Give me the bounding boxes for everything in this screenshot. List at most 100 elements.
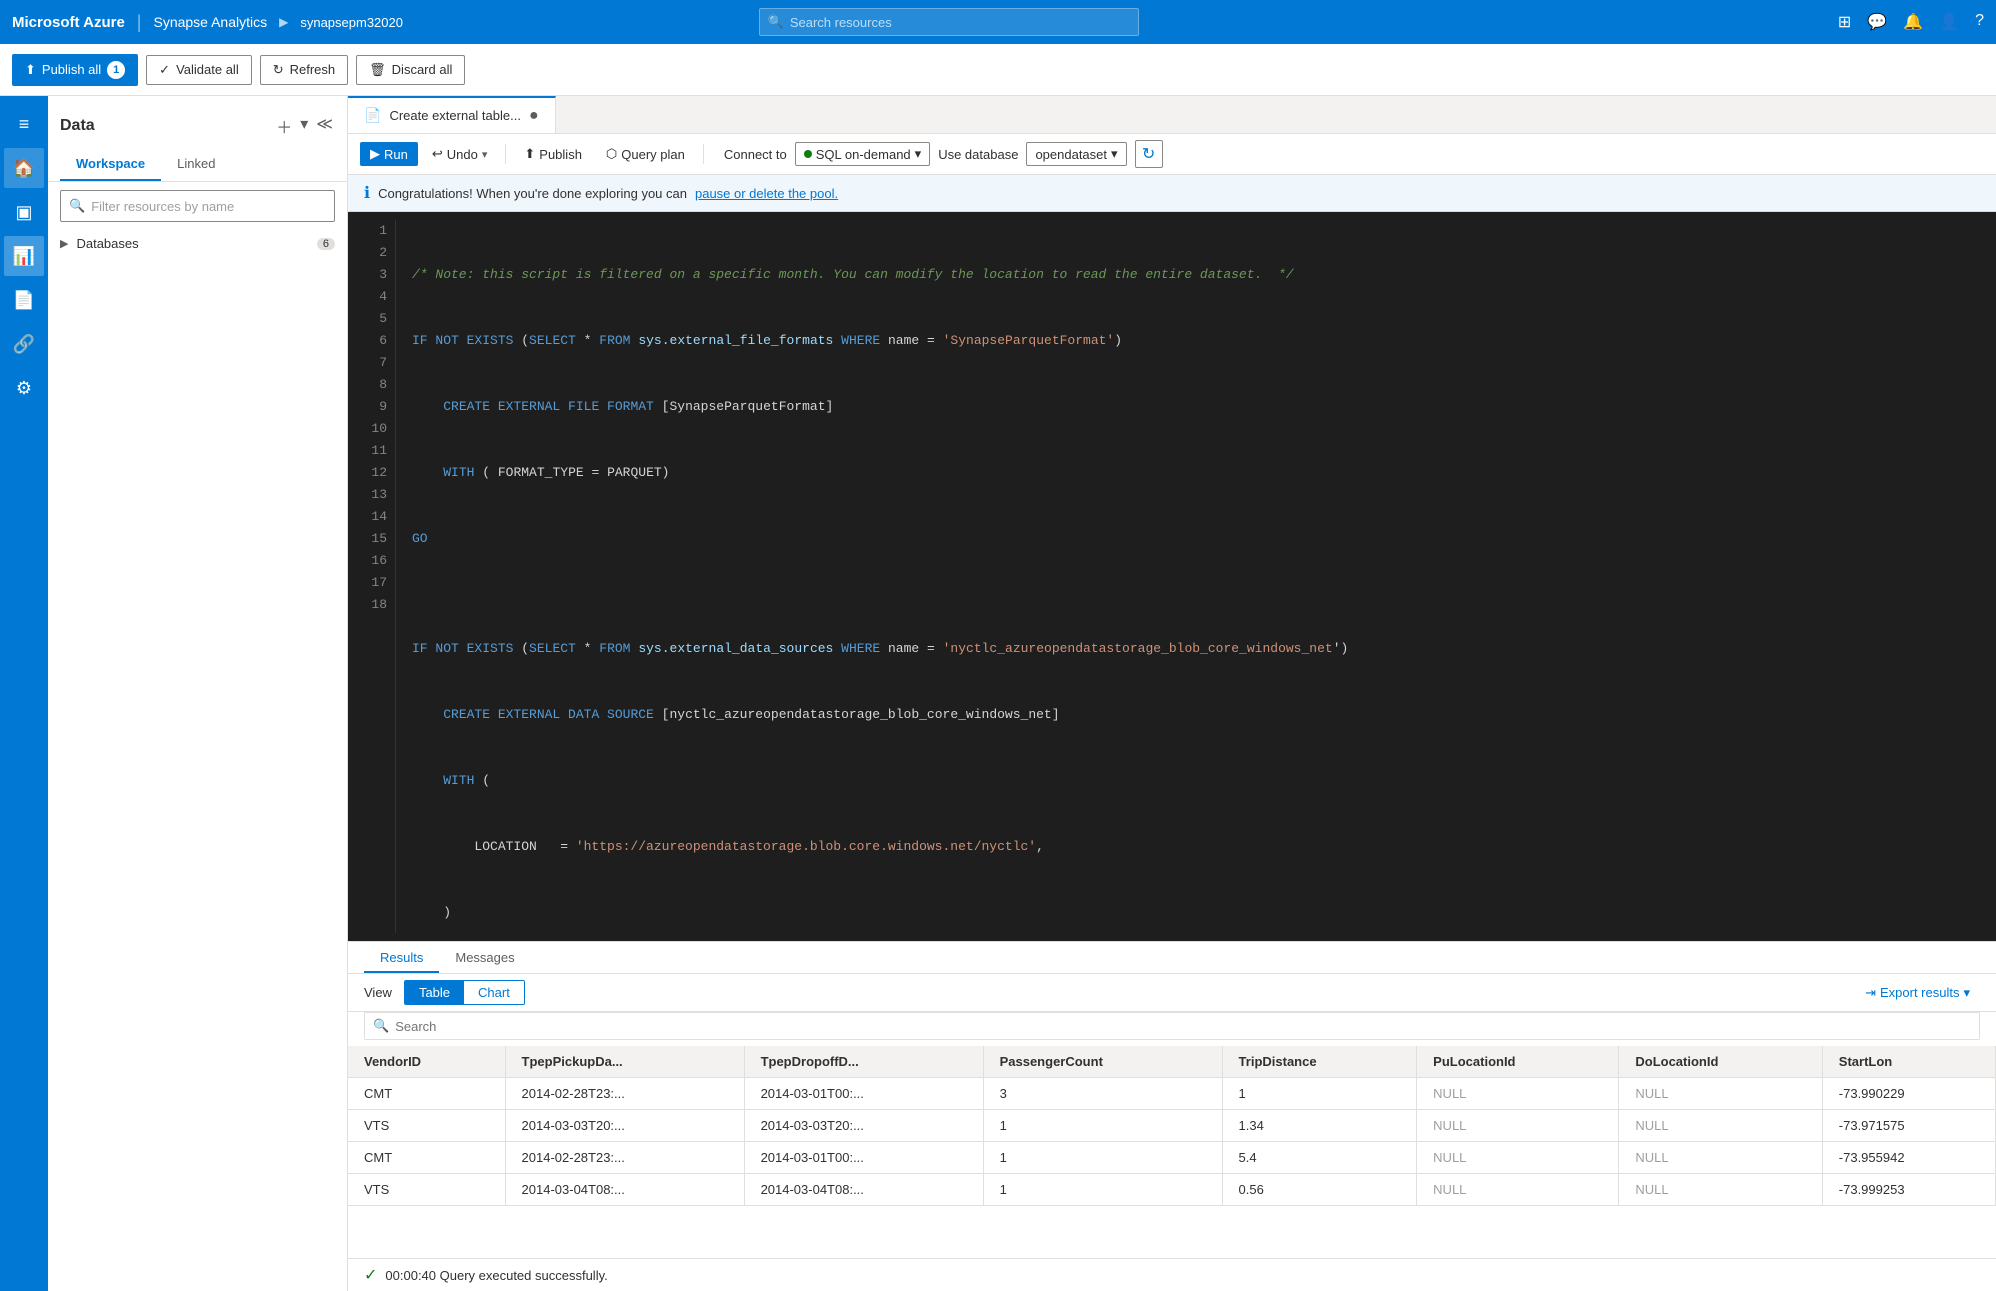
table-cell: CMT xyxy=(348,1078,505,1110)
sql-on-demand-label: SQL on-demand xyxy=(816,147,911,162)
discard-all-button[interactable]: 🗑 Discard all xyxy=(356,55,465,85)
info-link[interactable]: pause or delete the pool. xyxy=(695,186,838,201)
publish-label: Publish xyxy=(539,147,582,162)
databases-tree-item[interactable]: ▶ Databases 6 xyxy=(48,230,347,257)
sidebar-manage-icon[interactable]: ⚙ xyxy=(4,368,44,408)
code-content[interactable]: /* Note: this script is filtered on a sp… xyxy=(396,220,1996,933)
col-tpeppickup: TpepPickupDa... xyxy=(505,1046,744,1078)
table-cell: 2014-03-01T00:... xyxy=(744,1078,983,1110)
action-bar: ▶ Run ↩ Undo ▾ ⬆ Publish ⬡ Query plan Co… xyxy=(348,134,1996,175)
help-icon[interactable]: ? xyxy=(1975,12,1984,32)
publish-all-button[interactable]: ⬆ Publish all 1 xyxy=(12,54,138,86)
data-table[interactable]: VendorID TpepPickupDa... TpepDropoffD...… xyxy=(348,1046,1996,1258)
tab-messages[interactable]: Messages xyxy=(439,942,530,973)
export-chevron: ▾ xyxy=(1963,985,1970,1001)
table-row: CMT2014-02-28T23:...2014-03-01T00:...15.… xyxy=(348,1142,1996,1174)
collapse-button[interactable]: ≪ xyxy=(314,112,335,140)
table-cell: 2014-03-03T20:... xyxy=(505,1110,744,1142)
sidebar-monitor-icon[interactable]: ▣ xyxy=(4,192,44,232)
refresh-icon: ↻ xyxy=(273,62,284,78)
resource-name[interactable]: synapsepm32020 xyxy=(300,15,403,30)
publish-button[interactable]: ⬆ Publish xyxy=(514,142,592,166)
sidebar-data-icon[interactable]: 📊 xyxy=(4,236,44,276)
filter-input[interactable] xyxy=(91,199,326,214)
table-cell: NULL xyxy=(1619,1142,1822,1174)
table-row: VTS2014-03-04T08:...2014-03-04T08:...10.… xyxy=(348,1174,1996,1206)
validate-icon: ✓ xyxy=(159,62,170,78)
data-panel: Data ＋ ▾ ≪ Workspace Linked 🔍 ▶ Database… xyxy=(48,96,348,1291)
search-bar[interactable]: 🔍 xyxy=(759,8,1139,36)
table-view-button[interactable]: Table xyxy=(405,981,464,1004)
col-startlon: StartLon xyxy=(1822,1046,1995,1078)
tab-linked[interactable]: Linked xyxy=(161,148,231,181)
discard-icon: 🗑 xyxy=(369,62,386,78)
database-value: opendataset xyxy=(1035,147,1107,162)
table-cell: 2014-03-04T08:... xyxy=(744,1174,983,1206)
run-button[interactable]: ▶ Run xyxy=(360,142,418,166)
account-icon[interactable]: 👤 xyxy=(1939,12,1959,32)
tab-icon: 📄 xyxy=(364,107,381,124)
run-label: Run xyxy=(384,147,408,162)
undo-dropdown-icon[interactable]: ▾ xyxy=(482,148,488,161)
export-icon: ⇥ xyxy=(1865,985,1876,1001)
col-tripdistance: TripDistance xyxy=(1222,1046,1417,1078)
table-cell: NULL xyxy=(1619,1078,1822,1110)
add-button[interactable]: ＋ xyxy=(274,112,294,140)
export-label: Export results xyxy=(1880,985,1959,1000)
undo-icon: ↩ xyxy=(432,146,443,162)
publish-badge: 1 xyxy=(107,61,125,79)
tab-close[interactable]: ● xyxy=(529,107,539,125)
tab-results[interactable]: Results xyxy=(364,942,439,973)
table-cell: NULL xyxy=(1417,1174,1619,1206)
portal-icon[interactable]: ⊞ xyxy=(1838,12,1851,32)
code-editor[interactable]: 12345 678910 1112131415 161718 /* Note: … xyxy=(348,212,1996,941)
query-plan-label: Query plan xyxy=(621,147,685,162)
discard-all-label: Discard all xyxy=(392,62,453,77)
sidebar-home-icon[interactable]: 🏠 xyxy=(4,148,44,188)
status-icon: ✓ xyxy=(364,1265,377,1285)
table-row: CMT2014-02-28T23:...2014-03-01T00:...31N… xyxy=(348,1078,1996,1110)
validate-all-button[interactable]: ✓ Validate all xyxy=(146,55,252,85)
status-text: 00:00:40 Query executed successfully. xyxy=(385,1268,607,1283)
status-bar: ✓ 00:00:40 Query executed successfully. xyxy=(348,1258,1996,1291)
database-dropdown[interactable]: opendataset ▾ xyxy=(1026,142,1126,166)
table-cell: 0.56 xyxy=(1222,1174,1417,1206)
dropdown-chevron: ▾ xyxy=(915,146,922,162)
table-cell: 1 xyxy=(983,1110,1222,1142)
feedback-icon[interactable]: 💬 xyxy=(1867,12,1887,32)
top-bar: Microsoft Azure | Synapse Analytics ▶ sy… xyxy=(0,0,1996,44)
table-cell: 2014-02-28T23:... xyxy=(505,1142,744,1174)
undo-button[interactable]: ↩ Undo ▾ xyxy=(422,142,498,166)
table-cell: NULL xyxy=(1619,1174,1822,1206)
sql-on-demand-dropdown[interactable]: SQL on-demand ▾ xyxy=(795,142,930,166)
data-tabs: Workspace Linked xyxy=(48,148,347,182)
query-plan-button[interactable]: ⬡ Query plan xyxy=(596,142,695,166)
sidebar-develop-icon[interactable]: 📄 xyxy=(4,280,44,320)
refresh-button[interactable]: ↻ Refresh xyxy=(260,55,348,85)
connection-refresh-button[interactable]: ↻ xyxy=(1135,140,1163,168)
filter-resources[interactable]: 🔍 xyxy=(60,190,335,222)
filter-button[interactable]: ▾ xyxy=(298,112,310,140)
sidebar-integrate-icon[interactable]: 🔗 xyxy=(4,324,44,364)
tab-workspace[interactable]: Workspace xyxy=(60,148,161,181)
table-cell: 2014-03-01T00:... xyxy=(744,1142,983,1174)
tab-title: Create external table... xyxy=(389,108,521,123)
publish-icon: ⬆ xyxy=(524,146,535,162)
export-button[interactable]: ⇥ Export results ▾ xyxy=(1855,981,1980,1005)
validate-all-label: Validate all xyxy=(176,62,239,77)
table-cell: 5.4 xyxy=(1222,1142,1417,1174)
notifications-icon[interactable]: 🔔 xyxy=(1903,12,1923,32)
chart-view-button[interactable]: Chart xyxy=(464,981,524,1004)
line-numbers: 12345 678910 1112131415 161718 xyxy=(348,220,396,933)
breadcrumb-arrow: ▶ xyxy=(279,15,288,29)
databases-label: Databases xyxy=(76,236,138,251)
search-input[interactable] xyxy=(790,15,1130,30)
table-header-row: VendorID TpepPickupDa... TpepDropoffD...… xyxy=(348,1046,1996,1078)
results-search-input[interactable] xyxy=(395,1019,1971,1034)
table-cell: VTS xyxy=(348,1174,505,1206)
editor-tab-create-external[interactable]: 📄 Create external table... ● xyxy=(348,96,556,133)
table-cell: NULL xyxy=(1619,1110,1822,1142)
synapse-service-label[interactable]: Synapse Analytics xyxy=(153,14,267,30)
results-search-bar[interactable]: 🔍 xyxy=(364,1012,1980,1040)
sidebar-expand-icon[interactable]: ≡ xyxy=(4,104,44,144)
